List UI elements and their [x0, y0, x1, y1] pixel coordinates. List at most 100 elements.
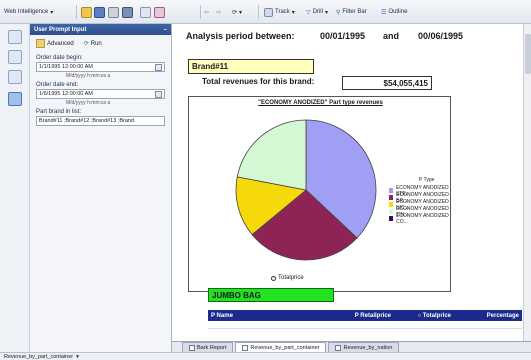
col-retailprice[interactable]: P Retailprice [340, 313, 394, 319]
calendar-icon[interactable] [155, 63, 162, 71]
filter-bar-button[interactable]: ⚲ Filter Bar [336, 5, 367, 19]
minimize-icon[interactable]: – [164, 27, 167, 33]
run-icon: ⟳ [83, 41, 89, 47]
start-date-value: 1/1/1995 12:00:00 AM [39, 64, 93, 70]
report-icon [335, 344, 342, 351]
chart-button[interactable] [154, 5, 165, 19]
measure-label-text: Totalprice [278, 275, 304, 281]
arrow-left-icon: ⇦ [204, 9, 210, 16]
refresh-button[interactable]: ⟳ ▾ [232, 5, 242, 19]
period-start: 00/01/1995 [320, 31, 366, 41]
find-button[interactable] [122, 5, 133, 19]
brand-list-field[interactable]: Brand#11 ;Brand#12 ;Brand#13 ;Brand [36, 116, 165, 126]
undo-icon [140, 6, 151, 18]
brand-list-label: Part brand in list: [36, 109, 82, 115]
end-date-field[interactable]: 1/6/1995 12:00:00 AM [36, 89, 165, 99]
main-toolbar: Web Intelligence ▾ ⇦ ⇨ ⟳ ▾ Track ▾ ▽ Drill… [0, 0, 531, 24]
track-label: Track [275, 9, 290, 15]
filter-icon[interactable] [8, 70, 22, 84]
print-button[interactable] [108, 5, 119, 19]
nav-back-button[interactable]: ⇦ [204, 5, 209, 19]
left-rail [0, 24, 30, 352]
legend-swatch [389, 188, 393, 193]
panel-title: User Prompt Input [34, 26, 87, 33]
chart-title: "ECONOMY ANODIZED" Part type revenues [258, 100, 383, 106]
col-totalprice-label: Totalprice [422, 312, 451, 319]
run-label: Run [90, 40, 102, 47]
document-summary-icon[interactable] [8, 30, 22, 44]
report-icon [242, 344, 249, 351]
status-text: Revenue_by_part_container [4, 353, 74, 360]
tab-bark-report[interactable]: Bark Report [182, 342, 234, 352]
report-tabs: Bark Report Revenue_by_part_container Re… [172, 341, 531, 352]
undo-button[interactable] [140, 5, 151, 19]
arrow-right-icon: ⇨ [216, 9, 222, 16]
app-menu-label: Web Intelligence [4, 9, 49, 15]
chart-icon [154, 6, 165, 18]
brand-cell[interactable]: Brand#11 [188, 59, 314, 74]
report-icon [189, 344, 195, 351]
brand-list-value: Brand#11 ;Brand#12 ;Brand#13 ;Brand [39, 118, 134, 124]
start-date-field[interactable]: 1/1/1995 12:00:00 AM [36, 62, 165, 72]
chart-legend: ECONOMY ANODIZED STE... ECONOMY ANODIZED … [389, 185, 450, 225]
table-row[interactable] [208, 321, 522, 329]
tab-label: Revenue_by_part_container [250, 344, 320, 351]
end-date-label: Order date end: [36, 82, 79, 88]
legend-label: ECONOMY ANODIZED CO... [396, 212, 449, 225]
outline-button[interactable]: ☰ Outline [381, 5, 407, 19]
drill-label: Drill [312, 9, 323, 15]
start-date-label: Order date begin: [36, 55, 83, 61]
chevron-down-icon[interactable]: ▾ [76, 354, 79, 360]
start-date-hint: M/d/yyyy h:mm:ss a [66, 73, 111, 79]
col-percentage[interactable]: Percentage [454, 313, 522, 319]
app-menu[interactable]: Web Intelligence ▾ [4, 5, 53, 19]
open-button[interactable] [81, 5, 92, 19]
filter-icon: ⚲ [336, 9, 341, 16]
part-table: P Name P Retailprice ○ Totalprice Percen… [208, 310, 522, 329]
table-header: P Name P Retailprice ○ Totalprice Percen… [208, 310, 522, 321]
total-revenue-value[interactable]: $54,055,415 [342, 76, 432, 90]
drill-icon: ▽ [306, 9, 311, 16]
legend-swatch [389, 195, 394, 200]
refresh-icon: ⟳ [232, 9, 238, 16]
binoculars-icon [122, 6, 133, 18]
print-icon [108, 6, 119, 18]
advanced-icon [36, 39, 45, 48]
navigation-map-icon[interactable] [8, 50, 22, 64]
tab-label: Revenue_by_nation [343, 344, 393, 351]
track-button[interactable]: Track ▾ [264, 5, 295, 19]
legend-swatch [389, 209, 394, 214]
legend-swatch [389, 202, 394, 207]
end-date-value: 1/6/1995 12:00:00 AM [39, 91, 93, 97]
pie-plot [235, 119, 377, 261]
user-prompt-input-icon[interactable] [8, 92, 22, 106]
track-icon [264, 7, 273, 17]
advanced-button[interactable]: Advanced [36, 39, 74, 48]
tab-revenue-by-part-container[interactable]: Revenue_by_part_container [235, 342, 327, 352]
period-end: 00/06/1995 [418, 31, 464, 41]
col-p-name[interactable]: P Name [208, 313, 340, 319]
user-prompt-panel: User Prompt Input – Advanced ⟳ Run Order … [30, 24, 172, 352]
outline-icon: ☰ [381, 9, 387, 16]
report-canvas: Analysis period between: 00/01/1995 and … [172, 24, 531, 341]
folder-icon [81, 6, 92, 18]
run-button[interactable]: ⟳ Run [83, 40, 102, 48]
legend-title: P Type [419, 177, 435, 183]
tab-revenue-by-nation[interactable]: Revenue_by_nation [328, 342, 400, 352]
pie-chart[interactable]: "ECONOMY ANODIZED" Part type revenues To… [188, 96, 451, 292]
scroll-thumb[interactable] [525, 34, 531, 74]
container-cell[interactable]: JUMBO BAG [208, 288, 334, 302]
vertical-scrollbar[interactable] [523, 24, 531, 341]
nav-forward-button[interactable]: ⇨ [216, 5, 221, 19]
panel-header: User Prompt Input – [30, 24, 171, 35]
drill-button[interactable]: ▽ Drill ▾ [306, 5, 328, 19]
total-revenue-label: Total revenues for this brand: [202, 77, 315, 86]
filter-bar-label: Filter Bar [342, 9, 367, 15]
legend-swatch [389, 216, 394, 221]
outline-label: Outline [388, 9, 408, 15]
calendar-icon[interactable] [155, 90, 162, 98]
save-button[interactable] [94, 5, 105, 19]
col-totalprice[interactable]: ○ Totalprice [394, 313, 454, 319]
tab-label: Bark Report [197, 344, 227, 351]
legend-item: ECONOMY ANODIZED CO... [389, 212, 450, 225]
